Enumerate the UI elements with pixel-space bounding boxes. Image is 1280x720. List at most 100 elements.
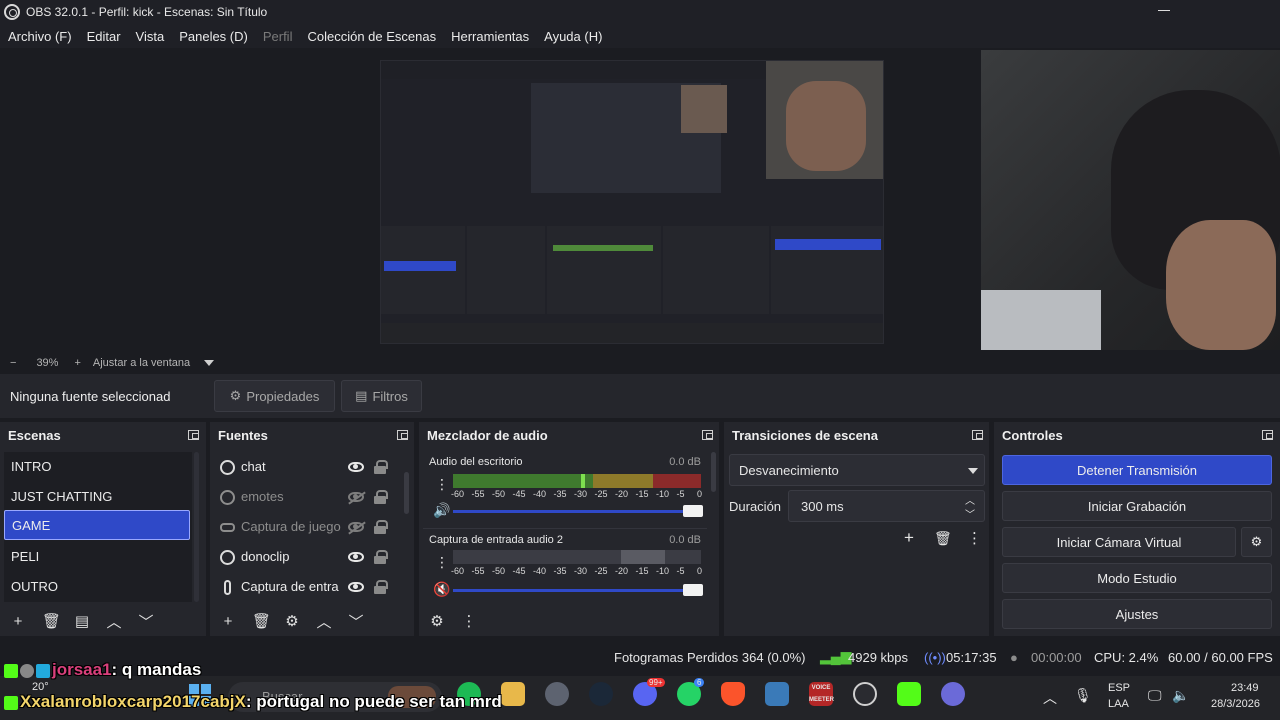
transition-menu-icon[interactable]: ⋮	[967, 529, 982, 547]
source-item-emotes[interactable]: emotes	[214, 482, 394, 512]
obs-taskbar-icon[interactable]	[853, 682, 877, 706]
scenes-dock: Escenas INTRO JUST CHATTING GAME PELI OU…	[0, 422, 206, 636]
move-down-icon[interactable]: ﹀	[348, 611, 364, 632]
minimize-icon[interactable]	[1158, 10, 1170, 11]
network-icon[interactable]: 🖵	[1148, 687, 1162, 704]
transition-select[interactable]: Desvanecimiento	[729, 454, 985, 486]
sources-dock: Fuentes chat emotes Captura de juego don…	[210, 422, 414, 636]
scene-item-intro[interactable]: INTRO	[4, 452, 190, 482]
microphone-icon[interactable]: 🎙	[1074, 687, 1092, 704]
source-item-chat[interactable]: chat	[214, 452, 394, 482]
remove-transition-icon[interactable]: 🗑	[934, 530, 952, 547]
meter-tick-label: -25	[594, 489, 608, 499]
chevron-up-icon[interactable]: ︿	[965, 492, 975, 507]
preview-area[interactable]	[0, 50, 1280, 354]
zoom-dropdown-icon[interactable]	[204, 360, 215, 366]
speaker-muted-icon[interactable]: 🔇	[433, 581, 450, 598]
scene-filters-icon[interactable]: ▤	[74, 612, 90, 630]
move-up-icon[interactable]: ︿	[316, 611, 332, 632]
duration-input[interactable]: 300 ms ︿ ﹀	[788, 490, 985, 522]
scene-item-peli[interactable]: PELI	[4, 542, 190, 572]
eye-icon[interactable]	[348, 582, 364, 592]
settings-app-icon[interactable]	[545, 682, 569, 706]
add-scene-icon[interactable]: +	[10, 613, 26, 630]
remove-source-icon[interactable]: 🗑	[252, 612, 271, 630]
add-transition-icon[interactable]: +	[904, 528, 914, 548]
eye-hidden-icon[interactable]	[348, 522, 364, 532]
advanced-audio-icon[interactable]: ⚙	[429, 612, 445, 630]
menu-scene-collection[interactable]: Colección de Escenas	[307, 29, 436, 44]
undock-icon[interactable]	[397, 430, 408, 440]
mixer-menu-icon[interactable]: ⋮	[461, 612, 477, 630]
voicemeeter-icon[interactable]: VOICE MEETER	[809, 682, 834, 706]
zoom-in-button[interactable]: +	[74, 357, 80, 369]
show-hidden-icons[interactable]: ︿	[1043, 688, 1057, 708]
channel-menu-icon[interactable]: ⋮	[435, 554, 449, 571]
volume-slider[interactable]	[453, 505, 703, 517]
scene-item-outro[interactable]: OUTRO	[4, 572, 190, 602]
sources-scrollbar[interactable]	[404, 472, 409, 514]
mixer-footer: ⚙ ⋮	[419, 606, 719, 636]
lock-icon[interactable]	[374, 580, 388, 594]
zoom-out-button[interactable]: −	[10, 357, 16, 369]
source-item-game-capture[interactable]: Captura de juego	[214, 512, 394, 542]
channel-menu-icon[interactable]: ⋮	[435, 476, 449, 493]
menu-profile[interactable]: Perfil	[263, 29, 293, 44]
menu-tools[interactable]: Herramientas	[451, 29, 529, 44]
menu-view[interactable]: Vista	[136, 29, 165, 44]
lock-icon[interactable]	[374, 550, 388, 564]
menu-file[interactable]: Archivo (F)	[8, 29, 72, 44]
meter-tick-label: -15	[635, 566, 649, 576]
undock-icon[interactable]	[972, 430, 983, 440]
file-explorer-icon[interactable]	[501, 682, 525, 706]
move-up-icon[interactable]: ︿	[106, 611, 122, 632]
scenes-scrollbar[interactable]	[194, 452, 199, 602]
chevron-down-icon[interactable]: ﹀	[965, 506, 975, 521]
scene-item-game[interactable]: GAME	[4, 510, 190, 540]
keyboard-layout[interactable]: LAA	[1108, 698, 1129, 710]
menu-help[interactable]: Ayuda (H)	[544, 29, 602, 44]
move-down-icon[interactable]: ﹀	[138, 611, 154, 632]
filters-button[interactable]: ▤ Filtros	[341, 380, 422, 412]
scene-item-just-chatting[interactable]: JUST CHATTING	[4, 482, 190, 512]
volume-icon[interactable]: 🔈	[1172, 687, 1189, 704]
menu-edit[interactable]: Editar	[87, 29, 121, 44]
properties-button[interactable]: ⚙ Propiedades	[214, 380, 335, 412]
volume-slider[interactable]	[453, 584, 703, 596]
fit-to-window-button[interactable]: Ajustar a la ventana	[93, 357, 190, 369]
program-preview[interactable]	[380, 60, 884, 344]
undock-icon[interactable]	[702, 430, 713, 440]
photos-icon[interactable]	[765, 682, 789, 706]
input-language[interactable]: ESP	[1108, 682, 1130, 694]
undock-icon[interactable]	[1262, 430, 1273, 440]
source-item-audio-input[interactable]: Captura de entra	[214, 572, 394, 602]
controls-title: Controles	[1002, 428, 1063, 443]
virtual-camera-settings-button[interactable]: ⚙	[1241, 527, 1272, 557]
undock-icon[interactable]	[188, 430, 199, 440]
settings-button[interactable]: Ajustes	[1002, 599, 1272, 629]
stop-streaming-button[interactable]: Detener Transmisión	[1002, 455, 1272, 485]
remove-scene-icon[interactable]: 🗑	[42, 612, 61, 630]
steam-icon[interactable]	[589, 682, 613, 706]
lock-icon[interactable]	[374, 460, 388, 474]
channel-db: 0.0 dB	[669, 456, 701, 468]
source-properties-icon[interactable]: ⚙	[284, 612, 300, 630]
streaming-icon: ((•))	[924, 650, 946, 665]
eye-icon[interactable]	[348, 462, 364, 472]
brave-browser-icon[interactable]	[721, 682, 745, 706]
eye-icon[interactable]	[348, 552, 364, 562]
kick-icon[interactable]	[897, 682, 921, 706]
lock-icon[interactable]	[374, 520, 388, 534]
menu-docks[interactable]: Paneles (D)	[179, 29, 248, 44]
speaker-icon[interactable]: 🔊	[433, 502, 450, 519]
studio-mode-button[interactable]: Modo Estudio	[1002, 563, 1272, 593]
source-item-donoclip[interactable]: donoclip	[214, 542, 394, 572]
eye-hidden-icon[interactable]	[348, 492, 364, 502]
lock-icon[interactable]	[374, 490, 388, 504]
mixer-scrollbar[interactable]	[711, 452, 716, 492]
globe-icon	[220, 490, 235, 505]
start-virtual-camera-button[interactable]: Iniciar Cámara Virtual	[1002, 527, 1236, 557]
add-source-icon[interactable]: +	[220, 613, 236, 630]
app-icon[interactable]	[941, 682, 965, 706]
start-recording-button[interactable]: Iniciar Grabación	[1002, 491, 1272, 521]
